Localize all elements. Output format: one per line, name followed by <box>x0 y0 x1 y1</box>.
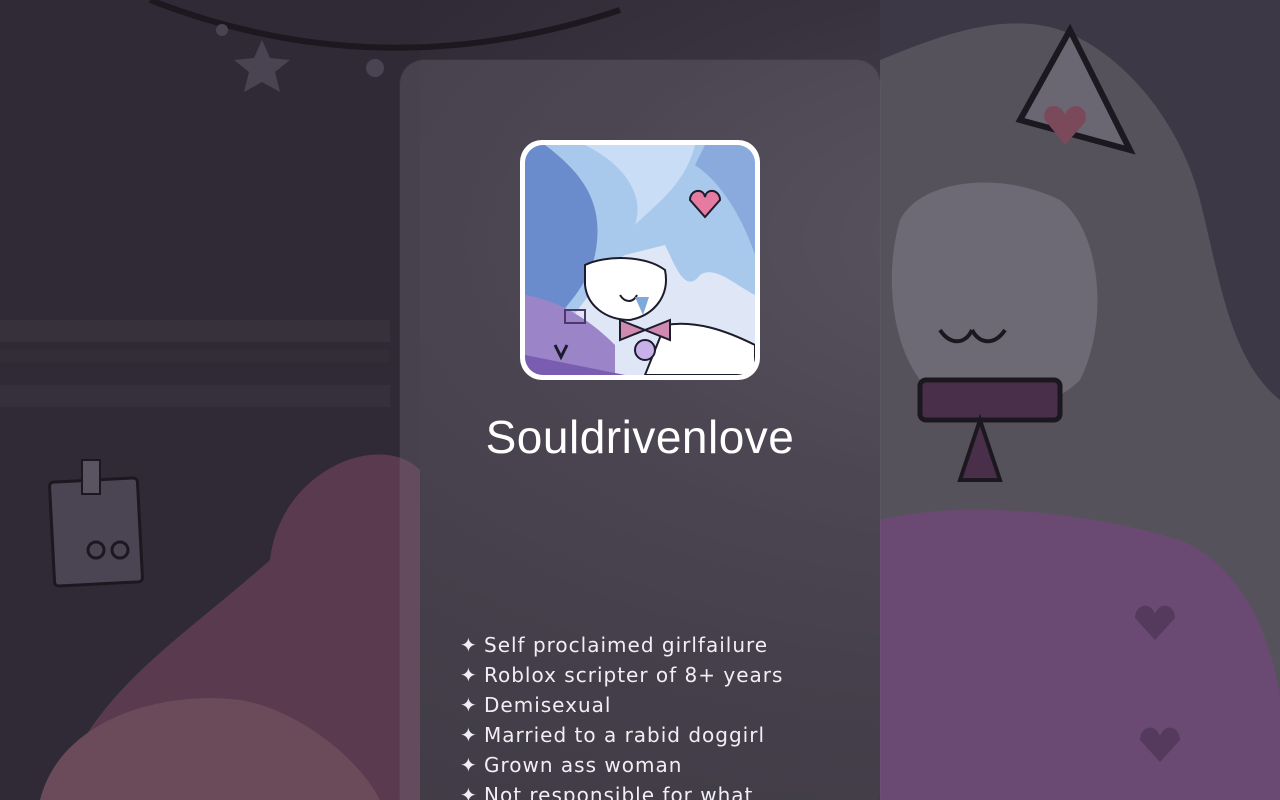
sparkle-icon: ✦ <box>460 723 478 747</box>
bio-line-text: Married to a rabid doggirl <box>484 723 766 747</box>
bio-line-text: Self proclaimed girlfailure <box>484 633 769 657</box>
bio-line: ✦ Married to a rabid doggirl <box>460 720 783 750</box>
bio-line-text: Roblox scripter of 8+ years <box>484 663 784 687</box>
bio-line: ✦ Grown ass woman <box>460 750 783 780</box>
bio-line: ✦ Demisexual <box>460 690 783 720</box>
sparkle-icon: ✦ <box>460 633 478 657</box>
bio-list: ✦ Self proclaimed girlfailure ✦ Roblox scr… <box>460 630 783 800</box>
sparkle-icon: ✦ <box>460 663 478 687</box>
profile-name: Souldrivenlove <box>485 411 795 463</box>
bio-line: ✦ Roblox scripter of 8+ years <box>460 660 783 690</box>
bio-line-text: Grown ass woman <box>484 753 683 777</box>
sparkle-icon: ✦ <box>460 783 478 800</box>
profile-card: Souldrivenlove ✦ Self proclaimed girlfail… <box>400 60 880 800</box>
avatar-frame[interactable] <box>520 140 760 380</box>
sparkle-icon: ✦ <box>460 753 478 777</box>
anime-girl-avatar-icon <box>525 145 755 375</box>
bio-line-text: Not responsible for what <box>484 783 754 800</box>
bio-line-text: Demisexual <box>484 693 612 717</box>
bio-line: ✦ Not responsible for what <box>460 780 783 800</box>
sparkle-icon: ✦ <box>460 693 478 717</box>
bio-line: ✦ Self proclaimed girlfailure <box>460 630 783 660</box>
profile-page: Souldrivenlove ✦ Self proclaimed girlfail… <box>0 0 1280 800</box>
